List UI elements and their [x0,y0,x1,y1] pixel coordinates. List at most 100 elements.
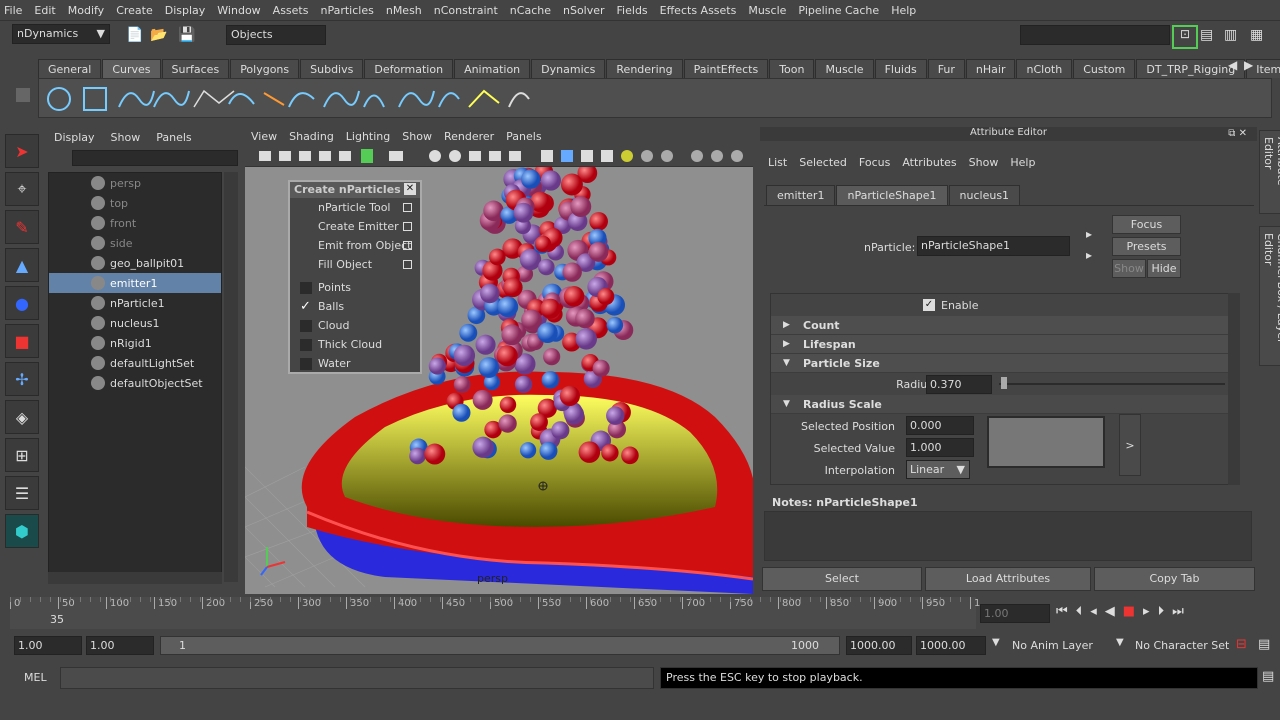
anim-end-field[interactable]: 1000.00 [916,636,986,655]
shelf-tab-fluids[interactable]: Fluids [874,59,927,78]
outliner-hscrollbar[interactable] [48,572,222,584]
current-frame-field[interactable]: 1.00 [980,604,1050,623]
shelf-tab-polygons[interactable]: Polygons [230,59,300,78]
node-name-field[interactable]: nParticleShape1 [917,236,1070,256]
interpolation-dropdown[interactable]: Linear ▼ [906,460,970,479]
float-panel-icon[interactable]: ⧉ ✕ [1228,128,1247,139]
section-lifespan[interactable]: ▶ Lifespan [771,335,1237,354]
shelf-scroll-right-icon[interactable]: ▶ [1244,58,1253,72]
outliner-menu-panels[interactable]: Panels [156,131,191,144]
menu-help[interactable]: Help [891,4,916,17]
menu-nparticles[interactable]: nParticles [320,4,373,17]
menu-create[interactable]: Create [116,4,153,17]
hide-button[interactable]: Hide [1147,259,1181,278]
menu-nmesh[interactable]: nMesh [386,4,422,17]
mel-label[interactable]: MEL [24,671,47,684]
focus-button[interactable]: Focus [1112,215,1181,234]
selected-value-field[interactable]: 1.000 [906,438,974,457]
step-back-key-icon[interactable]: ⏴ [1076,604,1083,619]
menu-effects-assets[interactable]: Effects Assets [660,4,737,17]
checkbox[interactable] [300,281,312,294]
outliner-item[interactable]: persp [49,173,221,193]
viewport-menu-shading[interactable]: Shading [289,130,334,143]
playback-end-field[interactable]: 1000.00 [846,636,912,655]
outliner-item[interactable]: defaultObjectSet [49,373,221,393]
lasso-tool-icon[interactable]: ⌖ [5,172,39,206]
section-particle-size[interactable]: ▼ Particle Size [771,354,1237,373]
outliner-item[interactable]: defaultLightSet [49,353,221,373]
popup-type-item[interactable]: Water [290,354,420,373]
option-box-icon[interactable] [403,203,412,212]
play-backward-icon[interactable]: ◀ [1105,604,1115,619]
shelf-tab-muscle[interactable]: Muscle [815,59,874,78]
menu-muscle[interactable]: Muscle [748,4,786,17]
go-to-start-icon[interactable]: ⏮ [1056,604,1068,619]
input-connection-icon[interactable]: ▸ [1086,227,1092,241]
attribute-editor-side-tab[interactable]: Attribute Editor [1259,130,1280,214]
presets-button[interactable]: Presets [1112,237,1181,256]
menu-modify[interactable]: Modify [68,4,104,17]
outliner-item[interactable]: nucleus1 [49,313,221,333]
ae-tab-nucleus1[interactable]: nucleus1 [948,185,1021,205]
shelf-tab-subdivs[interactable]: Subdivs [300,59,364,78]
manipulator-tool-icon[interactable]: ✢ [5,362,39,396]
shelf-tab-nhair[interactable]: nHair [965,59,1016,78]
step-forward-key-icon[interactable]: ⏵ [1158,604,1165,619]
shelf-scroll-left-icon[interactable]: ◀ [1228,58,1237,72]
persp-outliner-layout-icon[interactable]: ☰ [5,476,39,510]
checkbox[interactable] [300,357,312,370]
menu-pipeline-cache[interactable]: Pipeline Cache [798,4,879,17]
popup-tool-item[interactable]: nParticle Tool [290,198,420,217]
menu-ncache[interactable]: nCache [510,4,551,17]
shelf-tab-deformation[interactable]: Deformation [364,59,454,78]
popup-type-item[interactable]: Points [290,278,420,297]
range-slider[interactable]: 1 1000 [160,636,840,655]
viewport-menu-lighting[interactable]: Lighting [346,130,390,143]
popup-type-item[interactable]: Cloud [290,316,420,335]
shelf-menu-icon[interactable] [16,88,30,102]
popup-tool-item[interactable]: Emit from Object [290,236,420,255]
shelf-tab-rendering[interactable]: Rendering [606,59,683,78]
radius-scale-ramp[interactable] [987,416,1105,468]
outliner-scrollbar[interactable] [224,172,238,582]
channel-box-icon[interactable]: ▦ [1250,27,1263,43]
select-button[interactable]: Select [762,567,922,591]
popup-type-item[interactable]: ✓ Balls [290,297,420,316]
outliner-item[interactable]: nParticle1 [49,293,221,313]
shelf-tab-surfaces[interactable]: Surfaces [161,59,230,78]
attr-editor-toggle-icon[interactable]: ▤ [1200,27,1213,43]
auto-key-icon[interactable]: ⊟ [1236,637,1247,652]
quick-select-field[interactable] [1020,25,1170,45]
character-set-dropdown[interactable]: No Character Set [1135,639,1229,652]
section-count[interactable]: ▶ Count [771,316,1237,335]
option-box-icon[interactable] [403,222,412,231]
shelf-tab-curves[interactable]: Curves [102,59,161,78]
tool-settings-icon[interactable]: ▥ [1224,27,1237,43]
menu-window[interactable]: Window [217,4,260,17]
popup-type-item[interactable]: Thick Cloud [290,335,420,354]
stop-icon[interactable]: ■ [1123,604,1135,619]
outliner-menu-display[interactable]: Display [54,131,95,144]
open-scene-icon[interactable]: 📂 [150,27,167,43]
step-back-frame-icon[interactable]: ◂ [1090,604,1097,619]
ramp-expand-button[interactable]: > [1119,414,1141,476]
ae-menu-selected[interactable]: Selected [799,156,847,169]
move-tool-icon[interactable]: ▲ [5,248,39,282]
anim-start-field[interactable]: 1.00 [14,636,82,655]
menu-edit[interactable]: Edit [34,4,55,17]
outliner-item[interactable]: emitter1 [49,273,221,293]
shelf-tab-general[interactable]: General [38,59,102,78]
render-view-icon[interactable]: ⊡ [1172,25,1198,49]
hypershade-icon[interactable]: ⬢ [5,514,39,548]
paint-select-tool-icon[interactable]: ✎ [5,210,39,244]
outliner-item[interactable]: geo_ballpit01 [49,253,221,273]
menuset-dropdown[interactable]: nDynamics ▼ [12,24,110,44]
option-box-icon[interactable] [403,260,412,269]
outliner-item[interactable]: top [49,193,221,213]
scale-tool-icon[interactable]: ■ [5,324,39,358]
anim-layer-dropdown[interactable]: No Anim Layer [1012,639,1093,652]
load-attributes-button[interactable]: Load Attributes [925,567,1091,591]
anim-prefs-icon[interactable]: ▤ [1258,637,1270,652]
outliner-item[interactable]: nRigid1 [49,333,221,353]
checkbox[interactable] [300,319,312,332]
